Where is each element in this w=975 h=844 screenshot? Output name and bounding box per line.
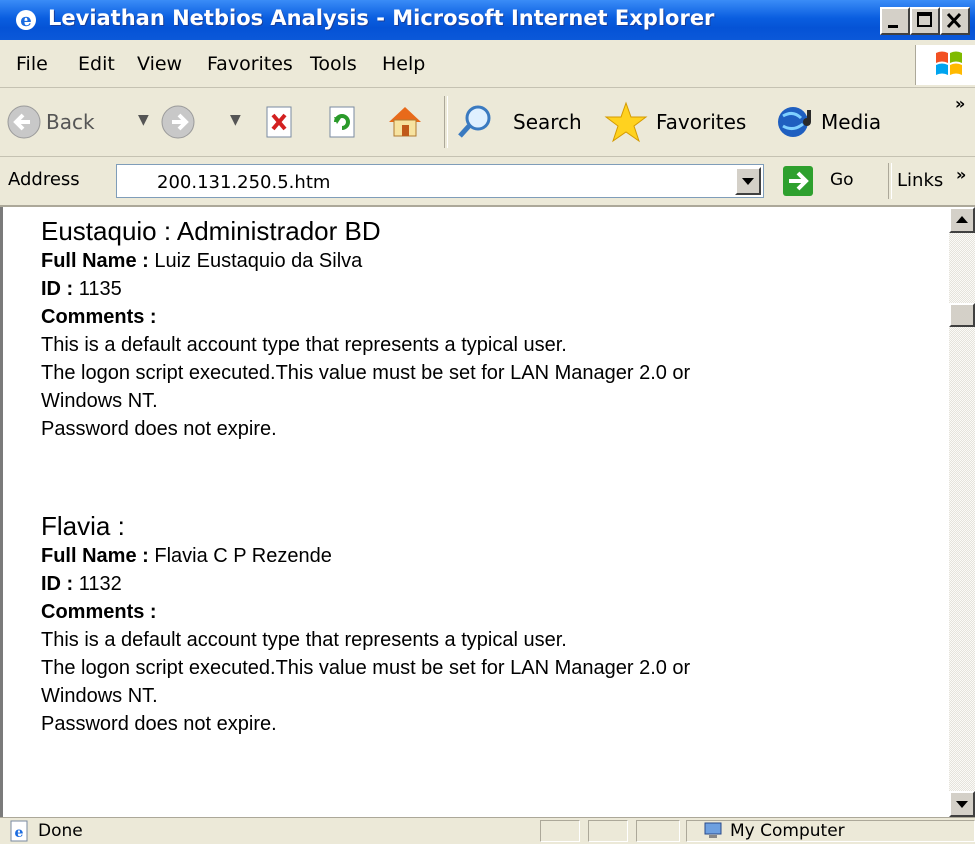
status-pane — [540, 820, 580, 842]
menu-tools[interactable]: Tools — [310, 53, 357, 75]
scroll-down-arrow-icon — [956, 801, 968, 808]
search-button[interactable]: Search — [456, 100, 586, 144]
favorites-star-icon — [604, 101, 648, 143]
back-label: Back — [46, 110, 95, 134]
maximize-icon — [917, 12, 932, 27]
comment-line: The logon script executed.This value mus… — [41, 657, 691, 679]
comment-line: Windows NT. — [41, 685, 158, 707]
favorites-label: Favorites — [656, 110, 747, 134]
toolbar-chevron-icon[interactable]: » — [955, 94, 965, 113]
svg-text:e: e — [20, 10, 31, 31]
links-button[interactable]: Links — [897, 170, 943, 191]
status-text: Done — [38, 821, 83, 841]
forward-dropdown-icon[interactable]: ▼ — [230, 112, 241, 128]
full-name-value: Flavia C P Rezende — [154, 545, 332, 567]
comment-line: Password does not expire. — [41, 418, 277, 440]
back-button[interactable]: Back ▼ — [6, 102, 156, 142]
account-title: Eustaquio : Administrador BD — [41, 216, 381, 246]
full-name-value: Luiz Eustaquio da Silva — [154, 250, 363, 272]
menu-view[interactable]: View — [137, 53, 182, 75]
account-spacer — [41, 443, 941, 510]
page-done-icon: e — [10, 820, 28, 842]
account-title: Flavia : — [41, 511, 125, 541]
menu-file[interactable]: File — [16, 53, 48, 75]
id-label: ID : — [41, 573, 74, 595]
media-label: Media — [821, 110, 882, 134]
ie-logo-icon: e — [16, 10, 36, 31]
window-title: Leviathan Netbios Analysis - Microsoft I… — [48, 6, 715, 30]
back-dropdown-icon[interactable]: ▼ — [138, 112, 149, 128]
scroll-up-button[interactable] — [949, 207, 975, 233]
maximize-button[interactable] — [910, 7, 940, 35]
go-label[interactable]: Go — [830, 170, 854, 190]
full-name-label: Full Name : — [41, 545, 149, 567]
account-list: Eustaquio : Administrador BD Full Name :… — [41, 215, 941, 738]
standard-toolbar: Back ▼ ▼ Search Favorites Media » — [0, 88, 975, 157]
stop-icon[interactable] — [262, 105, 296, 139]
comment-line: Windows NT. — [41, 390, 158, 412]
forward-button[interactable]: ▼ — [160, 102, 241, 142]
comment-line: Password does not expire. — [41, 713, 277, 735]
svg-text:e: e — [15, 825, 24, 841]
refresh-icon[interactable] — [325, 105, 359, 139]
scrollbar-thumb[interactable] — [949, 303, 975, 327]
title-bar[interactable]: e Leviathan Netbios Analysis - Microsoft… — [0, 0, 975, 40]
scroll-up-arrow-icon — [956, 216, 968, 223]
menu-bar: File Edit View Favorites Tools Help — [0, 40, 975, 88]
menu-edit[interactable]: Edit — [78, 53, 115, 75]
minimize-button[interactable] — [880, 7, 910, 35]
comments-label: Comments : — [41, 601, 157, 623]
account-entry: Eustaquio : Administrador BD Full Name :… — [41, 215, 941, 443]
id-label: ID : — [41, 278, 74, 300]
address-bar: Address 200.131.250.5.htm Go Links » — [0, 157, 975, 207]
status-pane — [588, 820, 628, 842]
media-button[interactable]: Media — [775, 100, 895, 144]
toolbar-separator — [444, 96, 448, 148]
windows-logo-icon — [936, 51, 962, 75]
links-separator — [888, 163, 892, 199]
forward-arrow-icon — [161, 105, 195, 139]
my-computer-icon — [704, 822, 722, 838]
go-button[interactable] — [782, 165, 872, 197]
id-value: 1135 — [78, 278, 122, 300]
go-arrow-icon — [783, 166, 813, 196]
scroll-down-button[interactable] — [949, 791, 975, 817]
menu-help[interactable]: Help — [382, 53, 425, 75]
windows-flag-logo — [915, 45, 975, 85]
menu-favorites[interactable]: Favorites — [207, 53, 293, 75]
back-arrow-icon — [7, 105, 41, 139]
favorites-button[interactable]: Favorites — [604, 100, 754, 144]
comment-line: This is a default account type that repr… — [41, 334, 567, 356]
media-icon — [778, 107, 811, 137]
address-dropdown-button[interactable] — [735, 167, 761, 195]
full-name-label: Full Name : — [41, 250, 149, 272]
close-button[interactable] — [940, 7, 970, 35]
links-chevron-icon[interactable]: » — [956, 165, 966, 184]
comment-line: This is a default account type that repr… — [41, 629, 567, 651]
minimize-icon — [888, 25, 898, 28]
address-value: 200.131.250.5.htm — [157, 172, 331, 193]
search-icon — [458, 105, 491, 138]
comment-line: The logon script executed.This value mus… — [41, 362, 691, 384]
id-value: 1132 — [78, 573, 122, 595]
search-label: Search — [513, 110, 582, 134]
status-bar: e Done My Computer — [0, 817, 975, 844]
home-icon[interactable] — [385, 102, 425, 140]
close-icon — [946, 12, 962, 29]
status-pane — [636, 820, 680, 842]
zone-text: My Computer — [730, 821, 845, 841]
address-input[interactable]: 200.131.250.5.htm — [116, 164, 764, 198]
dropdown-arrow-icon — [742, 178, 754, 185]
vertical-scrollbar[interactable] — [949, 207, 975, 817]
page-content: Eustaquio : Administrador BD Full Name :… — [0, 207, 975, 817]
address-label: Address — [8, 169, 80, 190]
account-entry: Flavia : Full Name : Flavia C P Rezende … — [41, 510, 941, 738]
comments-label: Comments : — [41, 306, 157, 328]
